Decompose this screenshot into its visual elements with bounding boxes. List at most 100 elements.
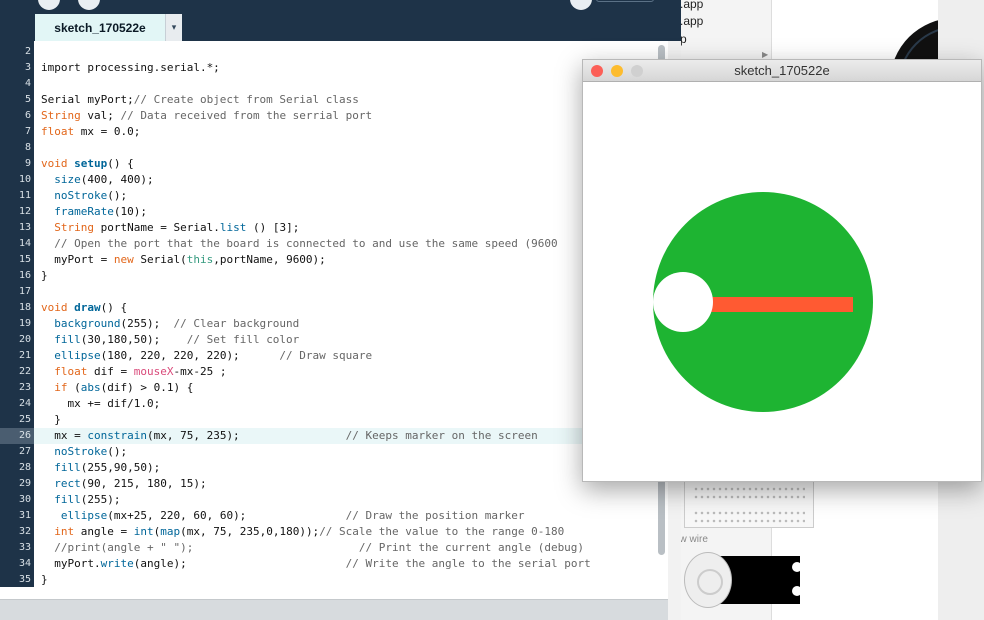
code-token: Serial myPort; — [41, 93, 134, 106]
line-number: 32 — [0, 524, 34, 540]
code-line[interactable]: 13 String portName = Serial.list () [3]; — [0, 220, 668, 236]
tab-menu-button[interactable]: ▾ — [165, 14, 182, 41]
code-line[interactable]: 6 String val; // Data received from the s… — [0, 108, 668, 124]
code-line[interactable]: 32 int angle = int(map(mx, 75, 235,0,180… — [0, 524, 668, 540]
code-token: // Create object from Serial class — [133, 93, 359, 106]
code-token: () { — [107, 157, 134, 170]
servo-motor-image — [684, 552, 802, 608]
code-token: (angle); — [133, 557, 346, 570]
code-token: (400, 400); — [80, 173, 154, 186]
code-line[interactable]: 25 } — [0, 412, 668, 428]
code-line[interactable]: 10 size(400, 400); — [0, 172, 668, 188]
code-text: float dif = mouseX-mx-25 ; — [41, 364, 226, 380]
line-number: 31 — [0, 508, 34, 524]
code-line[interactable]: 16} — [0, 268, 668, 284]
code-text: if (abs(dif) > 0.1) { — [41, 380, 193, 396]
code-token: abs — [80, 381, 101, 394]
file-item[interactable]: .app — [680, 14, 703, 28]
code-line[interactable]: 24 mx += dif/1.0; — [0, 396, 668, 412]
code-line[interactable]: 14 // Open the port that the board is co… — [0, 236, 668, 252]
line-number: 3 — [0, 60, 34, 76]
code-line[interactable]: 5 Serial myPort;// Create object from Ser… — [0, 92, 668, 108]
code-line[interactable]: 33 //print(angle + " "); // Print the cu… — [0, 540, 668, 556]
code-line[interactable]: 9 void setup() { — [0, 156, 668, 172]
code-line[interactable]: 8 — [0, 140, 668, 156]
code-token: // Open the port that the board is conne… — [54, 237, 558, 250]
line-number: 5 — [0, 92, 34, 108]
mode-selector[interactable] — [596, 0, 654, 2]
run-button[interactable] — [38, 0, 60, 10]
code-text: void setup() { — [41, 156, 134, 172]
position-marker — [653, 272, 713, 332]
processing-ide-window: sketch_170522e ▾ 2 3 import processing.ser… — [0, 0, 681, 620]
code-line[interactable]: 7 float mx = 0.0; — [0, 124, 668, 140]
code-token: // Keeps marker on the screen — [345, 429, 538, 442]
line-number: 33 — [0, 540, 34, 556]
code-line[interactable]: 3 import processing.serial.*; — [0, 60, 668, 76]
code-line[interactable]: 26 mx = constrain(mx, 75, 235); // Keeps… — [0, 428, 668, 444]
line-number: 28 — [0, 460, 34, 476]
code-line[interactable]: 34 myPort.write(angle); // Write the ang… — [0, 556, 668, 572]
code-line[interactable]: 20 fill(30,180,50); // Set fill color — [0, 332, 668, 348]
code-line[interactable]: 21 ellipse(180, 220, 220, 220); // Draw … — [0, 348, 668, 364]
line-number: 27 — [0, 444, 34, 460]
line-number: 29 — [0, 476, 34, 492]
code-token: (255,90,50); — [80, 461, 161, 474]
code-line[interactable]: 2 — [0, 44, 668, 60]
line-number: 7 — [0, 124, 34, 140]
code-line[interactable]: 29 rect(90, 215, 180, 15); — [0, 476, 668, 492]
code-text: Serial myPort;// Create object from Seri… — [41, 92, 359, 108]
code-line[interactable]: 22 float dif = mouseX-mx-25 ; — [0, 364, 668, 380]
code-line[interactable]: 28 fill(255,90,50); — [0, 460, 668, 476]
code-token: dif = — [87, 365, 134, 378]
code-line[interactable]: 35} — [0, 572, 668, 587]
code-text: frameRate(10); — [41, 204, 147, 220]
line-number: 4 — [0, 76, 34, 92]
status-bar — [0, 599, 668, 620]
line-number: 24 — [0, 396, 34, 412]
code-text: mx += dif/1.0; — [41, 396, 160, 412]
code-line[interactable]: 30 fill(255); — [0, 492, 668, 508]
code-token: int — [133, 525, 154, 538]
stop-button[interactable] — [78, 0, 100, 10]
code-text: mx = constrain(mx, 75, 235); // Keeps ma… — [41, 428, 538, 444]
code-line[interactable]: 18 void draw() { — [0, 300, 668, 316]
file-item[interactable]: .app — [680, 0, 703, 11]
code-line[interactable]: 19 background(255); // Clear background — [0, 316, 668, 332]
code-text: String val; // Data received from the se… — [41, 108, 372, 124]
code-editor[interactable]: 2 3 import processing.serial.*; 4 5 Serial my… — [0, 41, 668, 587]
code-line[interactable]: 12 frameRate(10); — [0, 204, 668, 220]
code-line[interactable]: 23 if (abs(dif) > 0.1) { — [0, 380, 668, 396]
line-number: 34 — [0, 556, 34, 572]
code-token: float — [41, 125, 75, 138]
sketch-canvas[interactable] — [583, 82, 981, 482]
breadboard-image — [684, 480, 814, 528]
code-text: float mx = 0.0; — [41, 124, 140, 140]
line-number: 26 — [0, 428, 34, 444]
code-text: String portName = Serial.list () [3]; — [41, 220, 299, 236]
code-line[interactable]: 17 — [0, 284, 668, 300]
window-titlebar[interactable]: sketch_170522e — [583, 60, 981, 82]
code-line[interactable]: 4 — [0, 76, 668, 92]
debug-button[interactable] — [570, 0, 592, 10]
code-token: import processing.serial.*; — [41, 61, 220, 74]
code-text: } — [41, 572, 48, 587]
code-token: (dif) > 0.1) { — [100, 381, 194, 394]
code-token: // Write the angle to the serial port — [345, 557, 591, 570]
code-token: (255); — [120, 317, 174, 330]
disclosure-arrow-icon[interactable]: ▶ — [762, 50, 768, 59]
code-token: ellipse — [54, 349, 101, 362]
code-line[interactable]: 11 noStroke(); — [0, 188, 668, 204]
tab-sketch[interactable]: sketch_170522e — [35, 14, 165, 41]
code-line[interactable]: 27 noStroke(); — [0, 444, 668, 460]
code-line[interactable]: 15 myPort = new Serial(this,portName, 96… — [0, 252, 668, 268]
code-line[interactable]: 31 ellipse(mx+25, 220, 60, 60); // Draw … — [0, 508, 668, 524]
code-token: (mx+25, 220, 60, 60); — [107, 509, 346, 522]
code-text: myPort.write(angle); // Write the angle … — [41, 556, 591, 572]
code-token: draw — [74, 301, 101, 314]
code-token: setup — [74, 157, 108, 170]
file-item[interactable]: p — [680, 32, 687, 46]
